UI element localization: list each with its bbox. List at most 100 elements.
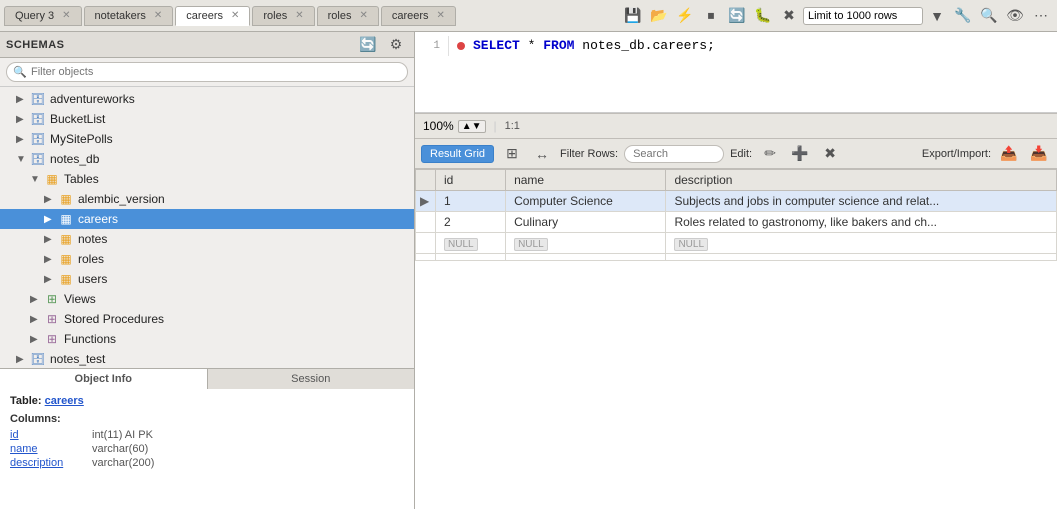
find-icon-btn[interactable]: 🔍 [977, 4, 1001, 28]
table-icon-roles: ▦ [58, 251, 74, 267]
col-name-name[interactable]: name [10, 443, 80, 455]
export-icon[interactable]: 📤 [997, 142, 1021, 166]
table-icon-alembic: ▦ [58, 191, 74, 207]
th-description[interactable]: description [666, 170, 1057, 191]
tree-careers[interactable]: ▶ ▦ careers [0, 209, 414, 229]
tree-notes[interactable]: ▶ ▦ notes [0, 229, 414, 249]
sidebar-search-area: 🔍 [0, 58, 414, 87]
edit-add-icon[interactable]: ➕ [788, 142, 812, 166]
tab-notetakers-label: notetakers [95, 10, 146, 22]
debug-icon-btn[interactable]: 🐛 [751, 4, 775, 28]
main-area: SCHEMAS 🔄 ⚙ 🔍 ▶ 🗄 adventureworks [0, 32, 1057, 509]
table-row[interactable]: ▶ 1 Computer Science Subjects and jobs i… [416, 191, 1057, 212]
results-area: Result Grid ⊞ ↔ Filter Rows: Edit: ✏ ➕ ✖… [415, 139, 1057, 509]
tab-notetakers[interactable]: notetakers ✕ [84, 6, 174, 26]
tree-notes-test[interactable]: ▶ 🗄 notes_test [0, 349, 414, 368]
arrow-stored-proc: ▶ [30, 314, 44, 325]
label-roles: roles [78, 252, 104, 266]
proc-folder-icon: ⊞ [44, 311, 60, 327]
cancel-icon-btn[interactable]: ✖ [777, 4, 801, 28]
schema-config-icon[interactable]: ⚙ [384, 33, 408, 57]
more-icon-btn[interactable]: ⋯ [1029, 4, 1053, 28]
tab-session[interactable]: Session [208, 369, 415, 389]
tree-tables-folder[interactable]: ▼ ▦ Tables [0, 169, 414, 189]
filter-objects-input[interactable] [6, 62, 408, 82]
zoom-stepper[interactable]: ▲▼ [458, 120, 486, 133]
tab-object-info[interactable]: Object Info [0, 369, 208, 389]
tree-stored-procedures[interactable]: ▶ ⊞ Stored Procedures [0, 309, 414, 329]
tab-roles-close[interactable]: ✕ [295, 10, 303, 21]
save-icon-btn[interactable]: 💾 [621, 4, 645, 28]
edit-pencil-icon[interactable]: ✏ [758, 142, 782, 166]
tree-bucketlist[interactable]: ▶ 🗄 BucketList [0, 109, 414, 129]
line-dot-1 [457, 42, 465, 50]
table-row[interactable] [416, 254, 1057, 261]
tab-careers2[interactable]: careers ✕ [381, 6, 456, 26]
table-label: Table: [10, 395, 42, 407]
arrow-tables: ▼ [30, 174, 44, 185]
label-tables: Tables [64, 172, 99, 186]
arrow-notes: ▶ [44, 234, 58, 245]
refresh-schema-icon[interactable]: 🔄 [356, 33, 380, 57]
tab-notetakers-close[interactable]: ✕ [154, 10, 162, 21]
tab-roles2-close[interactable]: ✕ [359, 10, 367, 21]
visible-icon-btn[interactable]: 👁 [1003, 4, 1027, 28]
zoom-value: 100% [423, 119, 454, 133]
edit-delete-icon[interactable]: ✖ [818, 142, 842, 166]
col-name-description[interactable]: description [10, 457, 80, 469]
table-row[interactable]: 2 Culinary Roles related to gastronomy, … [416, 212, 1057, 233]
wrap-icon[interactable]: ↔ [530, 142, 554, 166]
tab-careers[interactable]: careers ✕ [175, 6, 250, 26]
db-icon-bucketlist: 🗄 [30, 111, 46, 127]
toggle-icon-btn[interactable]: 🔧 [951, 4, 975, 28]
func-folder-icon: ⊞ [44, 331, 60, 347]
open-icon-btn[interactable]: 📂 [647, 4, 671, 28]
execute-icon-btn[interactable]: ⚡ [673, 4, 697, 28]
refresh-icon-btn[interactable]: 🔄 [725, 4, 749, 28]
sidebar-header: SCHEMAS 🔄 ⚙ [0, 32, 414, 58]
limit-input[interactable] [803, 7, 923, 25]
th-name[interactable]: name [506, 170, 666, 191]
app-container: Query 3 ✕ notetakers ✕ careers ✕ roles ✕… [0, 0, 1057, 509]
tree-roles[interactable]: ▶ ▦ roles [0, 249, 414, 269]
col-type-name: varchar(60) [92, 443, 148, 455]
table-row[interactable]: NULL NULL NULL [416, 233, 1057, 254]
tab-roles-label: roles [263, 10, 287, 22]
line-num-1: 1 [419, 36, 449, 56]
tab-roles[interactable]: roles ✕ [252, 6, 314, 26]
cell-name-2: Culinary [506, 212, 666, 233]
tab-careers2-close[interactable]: ✕ [437, 10, 445, 21]
row-arrow-1: ▶ [416, 191, 436, 212]
filter-rows-input[interactable] [624, 145, 724, 163]
table-icon-notes: ▦ [58, 231, 74, 247]
row-arrow-empty [416, 254, 436, 261]
tree-users[interactable]: ▶ ▦ users [0, 269, 414, 289]
tab-query3-close[interactable]: ✕ [62, 10, 70, 21]
tree-mysitepolls[interactable]: ▶ 🗄 MySitePolls [0, 129, 414, 149]
th-id[interactable]: id [436, 170, 506, 191]
limit-arrow-icon[interactable]: ▼ [925, 4, 949, 28]
tab-careers-close[interactable]: ✕ [231, 10, 239, 21]
cell-id-1: 1 [436, 191, 506, 212]
tree-functions[interactable]: ▶ ⊞ Functions [0, 329, 414, 349]
result-grid-tab[interactable]: Result Grid [421, 145, 494, 163]
table-icon-users: ▦ [58, 271, 74, 287]
sql-select: SELECT [473, 38, 520, 53]
editor-area[interactable]: 1 SELECT * FROM notes_db.careers; [415, 32, 1057, 112]
grid-view-icon[interactable]: ⊞ [500, 142, 524, 166]
arrow-notes-test: ▶ [16, 354, 30, 365]
tree-notes-db[interactable]: ▼ 🗄 notes_db [0, 149, 414, 169]
col-type-description: varchar(200) [92, 457, 154, 469]
tab-query3[interactable]: Query 3 ✕ [4, 6, 82, 26]
tree-alembic-version[interactable]: ▶ ▦ alembic_version [0, 189, 414, 209]
tab-roles2[interactable]: roles ✕ [317, 6, 379, 26]
col-row-name: name varchar(60) [10, 443, 404, 455]
tree-adventureworks[interactable]: ▶ 🗄 adventureworks [0, 89, 414, 109]
sql-table-ref: notes_db.careers; [582, 38, 715, 53]
arrow-users: ▶ [44, 274, 58, 285]
stop-icon-btn[interactable]: ⏹ [699, 4, 723, 28]
import-icon[interactable]: 📥 [1027, 142, 1051, 166]
label-stored-procedures: Stored Procedures [64, 312, 164, 326]
col-name-id[interactable]: id [10, 429, 80, 441]
tree-views[interactable]: ▶ ⊞ Views [0, 289, 414, 309]
